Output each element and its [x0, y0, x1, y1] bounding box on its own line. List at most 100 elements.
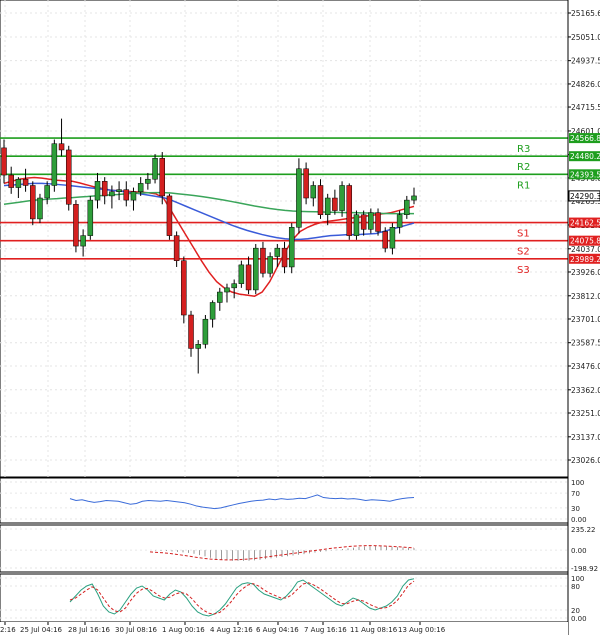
candle-body-down: [375, 212, 381, 232]
indicator-tick-label: 0.00: [571, 516, 587, 524]
candle-body-down: [346, 185, 353, 236]
candle-body-down: [332, 197, 338, 211]
level-value-r2: 24480.2: [570, 152, 600, 161]
candle-body-down: [73, 204, 79, 247]
candle-body-up: [310, 185, 317, 199]
time-tick-label: 7 Aug 16:16: [304, 626, 347, 634]
candle-body-up: [224, 287, 230, 293]
price-tick-label: 23362.0: [571, 386, 600, 395]
candle-body-up: [116, 189, 122, 192]
indicator-pane-2: [0, 524, 569, 573]
candle-body-up: [274, 247, 281, 257]
indicator-tick-label: 0.00: [571, 547, 587, 555]
candle-body-down: [382, 231, 388, 249]
candle-body-up: [296, 168, 302, 228]
candle: [37, 193, 43, 224]
candle: [51, 139, 58, 192]
time-tick-label: 1 Aug 00:16: [162, 626, 205, 634]
candle-body-down: [303, 168, 309, 199]
candle-body-down: [245, 264, 252, 291]
candle-body-up: [209, 302, 216, 320]
indicator-tick-label: 0.00: [571, 615, 587, 623]
current-price-value: 24290.3: [570, 192, 600, 201]
candle-body-down: [30, 185, 36, 220]
indicator-tick-label: 20: [571, 607, 580, 615]
candle-body-up: [145, 178, 151, 184]
time-tick-label: 25 Jul 04:16: [20, 626, 63, 634]
candle: [30, 181, 36, 226]
indicator-tick-label: 100: [571, 575, 584, 583]
candle-body-up: [368, 212, 374, 230]
candle-body-up: [253, 247, 259, 291]
indicator-tick-label: 30: [571, 505, 580, 513]
candle: [181, 256, 187, 324]
level-name-s1: S1: [517, 229, 530, 240]
candle-body-up: [396, 214, 403, 228]
candle-body-up: [267, 256, 273, 274]
price-tick-label: 23587.5: [571, 339, 600, 348]
candle-body-up: [411, 195, 417, 201]
candle: [238, 260, 245, 288]
candle: [253, 243, 259, 295]
level-value-s1: 24162.5: [570, 219, 600, 228]
candle-body-up: [15, 178, 22, 188]
price-tick-label: 24826.0: [571, 80, 600, 89]
level-value-s3: 23989.2: [570, 255, 600, 264]
candle: [288, 223, 295, 274]
candle-body-up: [339, 185, 345, 211]
price-tick-label: 24037.0: [571, 245, 600, 254]
price-tick-label: 25165.6: [571, 9, 600, 18]
candle-body-down: [65, 149, 72, 205]
candle-body-down: [181, 260, 187, 316]
candle: [353, 210, 360, 240]
price-tick-label: 23026.0: [571, 456, 600, 465]
candle-body-down: [1, 147, 7, 176]
candle-body-up: [51, 143, 58, 186]
price-tick-label: 23251.0: [571, 409, 600, 418]
candle-body-down: [123, 189, 130, 201]
indicator-panes: [0, 477, 569, 623]
level-value-s2: 24075.8: [570, 237, 600, 246]
candle: [375, 208, 381, 236]
candle-body-up: [288, 227, 295, 268]
price-tick-label: 23137.0: [571, 433, 600, 442]
chart-canvas: R3 R2 R1 S1 S2 S3 25165.6 25051.0 24937.5 24826.…: [0, 0, 600, 635]
candle-body-up: [195, 344, 201, 349]
candle: [296, 158, 302, 234]
price-tick-label: 23812.0: [571, 292, 600, 301]
candle: [166, 193, 173, 240]
candle-body-up: [37, 197, 43, 220]
indicator-pane-1: [0, 477, 569, 524]
candle-body-down: [317, 185, 324, 215]
price-tick-label: 25051.0: [571, 33, 600, 42]
candle-body-up: [217, 291, 223, 303]
candle-body-up: [238, 264, 245, 284]
candle-body-down: [166, 195, 173, 236]
indicator-frame: [0, 524, 569, 573]
candle-body-up: [109, 191, 115, 197]
price-tick-label: 23701.0: [571, 315, 600, 324]
candle: [152, 154, 158, 184]
level-value-r3: 24566.8: [570, 134, 600, 143]
indicator-tick-label: 100: [571, 479, 584, 487]
candle-body-down: [8, 174, 14, 188]
candle-body-up: [152, 158, 158, 180]
candle: [202, 315, 209, 349]
candle-body-up: [80, 235, 86, 247]
candle-body-down: [58, 143, 65, 151]
level-name-r1: R1: [517, 180, 530, 191]
candle: [303, 162, 309, 205]
candle-body-up: [389, 227, 396, 249]
indicator-tick-label: 70: [571, 490, 580, 498]
indicator-tick-label: 80: [571, 583, 580, 591]
candle-body-down: [188, 314, 194, 349]
candle: [65, 145, 72, 211]
candle-body-up: [404, 199, 410, 215]
candle: [87, 195, 94, 240]
time-tick-label: 2:16: [0, 626, 16, 634]
indicator-pane-3: [0, 573, 569, 623]
candle-body-down: [281, 247, 288, 268]
price-tick-label: 24937.5: [571, 57, 600, 66]
time-tick-label: 11 Aug 08:16: [350, 626, 398, 634]
candle-body-up: [137, 183, 144, 192]
